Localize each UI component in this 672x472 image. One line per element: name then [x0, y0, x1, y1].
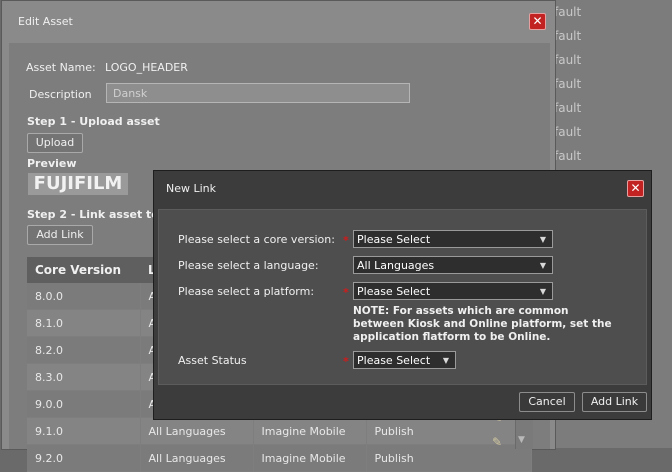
dialog-title: New Link: [166, 182, 217, 195]
table-cell: Imagine Mobile: [253, 417, 367, 445]
platform-select[interactable]: Please Select ▼: [353, 282, 553, 300]
asset-name-label: Asset Name:: [26, 61, 96, 74]
cancel-button[interactable]: Cancel: [519, 392, 575, 412]
background-row: fault: [554, 101, 582, 115]
table-cell: 9.2.0: [27, 444, 141, 472]
preview-label: Preview: [27, 157, 77, 170]
table-cell: All Languages: [140, 417, 254, 445]
table-cell: Publish: [366, 417, 532, 445]
step2-label: Step 2 - Link asset to r: [27, 208, 169, 221]
upload-button[interactable]: Upload: [27, 133, 83, 153]
language-label: Please select a language:: [178, 259, 319, 272]
asset-status-label: Asset Status: [178, 354, 247, 367]
table-cell: Publish: [366, 444, 532, 472]
platform-value: Please Select: [357, 285, 431, 298]
core-version-label: Please select a core version:: [178, 233, 335, 246]
background-row: fault: [554, 5, 582, 19]
close-icon[interactable]: ✕: [529, 13, 546, 30]
chevron-down-icon: ▼: [539, 261, 546, 270]
table-row[interactable]: 9.2.0 All Languages Imagine Mobile Publi…: [27, 444, 532, 472]
new-link-body: Please select a core version: * Please S…: [158, 209, 647, 385]
asset-name-value: LOGO_HEADER: [105, 61, 188, 74]
description-label: Description: [29, 88, 92, 101]
background-row: fault: [554, 77, 582, 91]
language-value: All Languages: [357, 259, 435, 272]
table-cell: 8.2.0: [27, 336, 141, 364]
background-row: fault: [554, 29, 582, 43]
table-cell: 8.1.0: [27, 309, 141, 337]
core-version-select[interactable]: Please Select ▼: [353, 230, 553, 248]
table-cell: 8.0.0: [27, 283, 141, 310]
asset-status-value: Please Select: [357, 354, 431, 367]
chevron-down-icon: ▼: [539, 235, 546, 244]
table-cell: 9.1.0: [27, 417, 141, 445]
logo-preview: FUJIFILM: [28, 173, 128, 195]
required-marker: *: [343, 286, 349, 299]
add-link-confirm-button[interactable]: Add Link: [582, 392, 647, 412]
background-row: fault: [554, 149, 582, 163]
scroll-down-icon[interactable]: ▼: [518, 435, 525, 445]
platform-note: NOTE: For assets which are common betwee…: [353, 305, 612, 343]
close-icon[interactable]: ✕: [627, 180, 644, 197]
description-field[interactable]: Dansk: [106, 83, 410, 103]
language-select[interactable]: All Languages ▼: [353, 256, 553, 274]
column-header-core-version[interactable]: Core Version: [27, 257, 140, 283]
required-marker: *: [343, 234, 349, 247]
dialog-title: Edit Asset: [18, 15, 73, 28]
core-version-value: Please Select: [357, 233, 431, 246]
table-cell: 9.0.0: [27, 390, 141, 418]
table-cell: All Languages: [140, 444, 254, 472]
edit-icon[interactable]: ✎: [492, 435, 502, 449]
new-link-dialog: New Link ✕ Please select a core version:…: [153, 170, 652, 420]
background-row: fault: [554, 53, 582, 67]
table-row[interactable]: 9.1.0 All Languages Imagine Mobile Publi…: [27, 417, 532, 445]
table-cell: 8.3.0: [27, 363, 141, 391]
chevron-down-icon: ▼: [442, 356, 449, 365]
step1-label: Step 1 - Upload asset: [27, 115, 160, 128]
required-marker: *: [343, 355, 349, 368]
add-link-button[interactable]: Add Link: [27, 225, 93, 245]
chevron-down-icon: ▼: [539, 287, 546, 296]
background-row: fault: [554, 125, 582, 139]
asset-status-select[interactable]: Please Select ▼: [353, 351, 456, 369]
platform-label: Please select a platform:: [178, 285, 315, 298]
table-cell: Imagine Mobile: [253, 444, 367, 472]
